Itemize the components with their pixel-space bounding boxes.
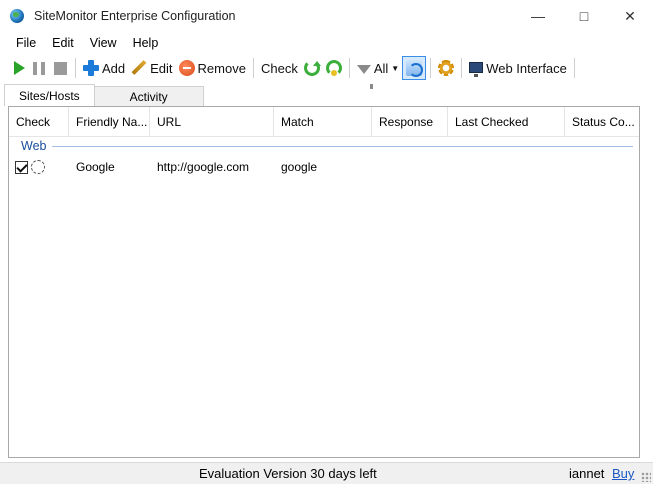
start-button[interactable] (8, 56, 28, 80)
maximize-button[interactable]: □ (561, 0, 607, 32)
settings-button[interactable] (435, 56, 457, 80)
web-interface-label: Web Interface (486, 60, 567, 76)
group-label: Web (21, 139, 47, 153)
toolbar-separator (252, 58, 254, 78)
refresh-icon (303, 60, 321, 76)
gear-icon (438, 60, 455, 76)
web-interface-button[interactable]: Web Interface (466, 56, 570, 80)
pencil-icon (131, 60, 147, 76)
filter-icon (356, 64, 373, 89)
menu-help[interactable]: Help (125, 32, 167, 54)
pause-button[interactable] (28, 56, 50, 80)
cell-match: google (281, 160, 318, 174)
filter-label: All (373, 60, 389, 76)
buy-link[interactable]: Buy (612, 466, 634, 481)
stop-button[interactable] (50, 56, 71, 80)
toolbar-separator (430, 58, 432, 78)
edit-label: Edit (150, 60, 173, 76)
evaluation-message: Evaluation Version 30 days left (199, 466, 377, 481)
sync-icon (406, 60, 424, 77)
filter-dropdown[interactable]: All ▼ (354, 56, 402, 89)
row-checkbox[interactable] (15, 160, 28, 174)
add-label: Add (102, 60, 126, 76)
column-status-code[interactable]: Status Co... (565, 107, 637, 136)
edit-button[interactable]: Edit (128, 56, 175, 80)
window-title: SiteMonitor Enterprise Configuration (34, 9, 236, 23)
refresh-all-icon (325, 60, 342, 76)
app-globe-icon (10, 8, 26, 24)
toolbar-separator (348, 58, 350, 78)
group-header[interactable]: Web (21, 137, 633, 155)
window-controls: — □ ✕ (515, 0, 653, 32)
toolbar-separator (573, 58, 575, 78)
pause-icon (33, 61, 45, 75)
minimize-button[interactable]: — (515, 0, 561, 32)
add-button[interactable]: Add (80, 56, 128, 80)
check-button[interactable]: Check (258, 56, 301, 80)
status-pending-icon (31, 160, 45, 174)
resize-grip-icon[interactable] (641, 472, 651, 482)
column-check[interactable]: Check (9, 107, 69, 136)
title-bar: SiteMonitor Enterprise Configuration — □… (0, 0, 653, 32)
tab-activity[interactable]: Activity (93, 86, 204, 106)
tab-strip: Sites/Hosts Activity (4, 84, 204, 106)
check-selected-button[interactable] (301, 56, 323, 80)
play-icon (14, 61, 25, 75)
column-url[interactable]: URL (150, 107, 274, 136)
column-header: Check Friendly Na... URL Match Response … (9, 107, 639, 137)
table-row[interactable]: Google http://google.com google (9, 157, 639, 177)
menu-view[interactable]: View (82, 32, 125, 54)
user-name: iannet (569, 466, 605, 481)
cell-url: http://google.com (157, 160, 250, 174)
column-friendly-name[interactable]: Friendly Na... (69, 107, 150, 136)
toolbar-separator (461, 58, 463, 78)
add-icon (83, 60, 99, 76)
menu-edit[interactable]: Edit (44, 32, 82, 54)
check-all-button[interactable] (323, 56, 345, 80)
monitor-icon (469, 61, 484, 77)
column-response[interactable]: Response (372, 107, 448, 136)
column-match[interactable]: Match (274, 107, 372, 136)
cell-friendly-name: Google (76, 160, 115, 174)
group-divider (52, 145, 633, 147)
auto-refresh-toggle[interactable] (402, 56, 427, 80)
close-button[interactable]: ✕ (607, 0, 653, 32)
column-last-checked[interactable]: Last Checked (448, 107, 565, 136)
sites-list[interactable]: Check Friendly Na... URL Match Response … (8, 106, 640, 458)
stop-icon (54, 61, 67, 75)
chevron-down-icon: ▼ (391, 63, 400, 73)
tab-sites-hosts[interactable]: Sites/Hosts (4, 84, 95, 106)
menu-bar: File Edit View Help (0, 32, 653, 54)
remove-icon (178, 60, 195, 76)
toolbar-separator (75, 58, 76, 78)
remove-label: Remove (197, 60, 246, 76)
remove-button[interactable]: Remove (176, 56, 249, 80)
menu-file[interactable]: File (8, 32, 44, 54)
check-label: Check (260, 60, 298, 76)
status-bar: Evaluation Version 30 days left iannet B… (0, 462, 653, 484)
toolbar: Add Edit Remove Check All ▼ Web Interfac… (0, 55, 653, 89)
